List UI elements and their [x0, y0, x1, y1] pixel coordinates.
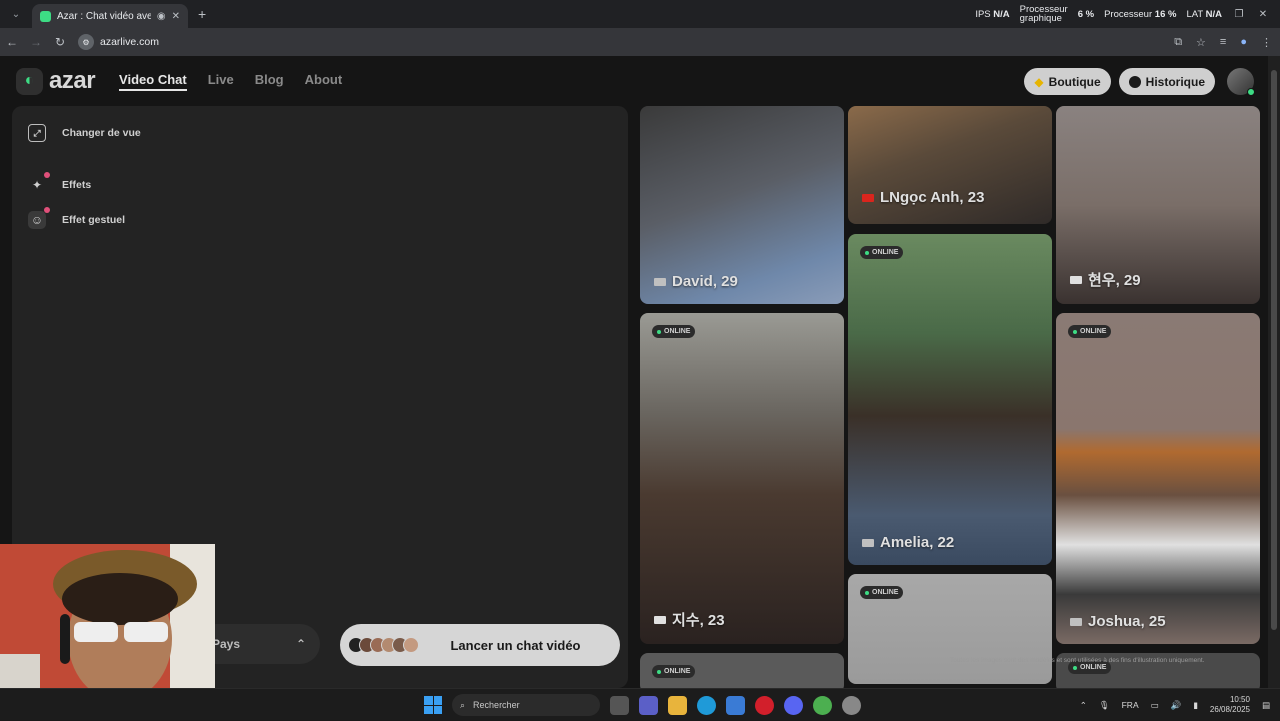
- tab-search-chevron-icon[interactable]: ⌄: [4, 4, 28, 24]
- profile-name: LNgọc Anh, 23: [862, 189, 984, 206]
- avatar[interactable]: [1227, 68, 1255, 96]
- maximize-icon[interactable]: ❐: [1232, 9, 1246, 20]
- profile-card[interactable]: LNgọc Anh, 23: [848, 106, 1052, 224]
- discord-icon[interactable]: [784, 695, 803, 715]
- historique-button[interactable]: Historique: [1118, 68, 1215, 95]
- chevron-up-icon: ⌃: [295, 637, 306, 651]
- new-tab-button[interactable]: +: [198, 6, 206, 22]
- address-bar: ← → ↻ ⚙ azarlive.com ⧉ ☆ ≡ ● ⋮: [0, 28, 1280, 56]
- network-icon[interactable]: ▭: [1151, 700, 1159, 711]
- url-text: azarlive.com: [100, 36, 159, 48]
- site-header: ◐ azar Video Chat Live Blog About ◆ Bout…: [0, 56, 1268, 106]
- azar-favicon-icon: [40, 10, 51, 22]
- forward-icon[interactable]: →: [24, 35, 48, 49]
- search-icon: ⌕: [460, 699, 466, 710]
- launch-video-chat-button[interactable]: Lancer un chat vidéo: [340, 624, 620, 666]
- language-indicator[interactable]: FRA: [1122, 700, 1139, 710]
- expand-icon: ⤢: [28, 124, 46, 142]
- gpu-label: Processeur graphique: [1019, 4, 1068, 24]
- site-info-icon[interactable]: ⚙: [78, 34, 94, 50]
- close-tab-icon[interactable]: ✕: [172, 11, 180, 22]
- profile-card[interactable]: 현우, 29: [1056, 106, 1260, 304]
- effects-button[interactable]: ✦ Effets: [28, 172, 91, 194]
- opera-icon[interactable]: [755, 695, 774, 715]
- online-badge: ONLINE: [860, 586, 904, 599]
- bookmark-star-icon[interactable]: ☆: [1196, 36, 1206, 49]
- notification-icon[interactable]: ▤: [1262, 700, 1270, 711]
- reload-icon[interactable]: ↻: [48, 35, 72, 49]
- lat-stat: LAT N/A: [1186, 8, 1222, 20]
- online-badge: ONLINE: [652, 325, 696, 338]
- profile-name: 지수, 23: [654, 609, 725, 630]
- battery-icon[interactable]: ▮: [1193, 700, 1198, 711]
- taskbar-clock[interactable]: 10:50 26/08/2025: [1210, 695, 1250, 715]
- install-app-icon[interactable]: ⧉: [1174, 36, 1182, 49]
- microphone-icon[interactable]: 🎙: [1099, 700, 1110, 711]
- profile-card[interactable]: ONLINE: [848, 574, 1052, 684]
- close-window-icon[interactable]: ✕: [1256, 9, 1270, 20]
- browser-tabbar: ⌄ Azar : Chat vidéo avec de n ◉ ✕ + IPS …: [0, 0, 1280, 28]
- gesture-effect-button[interactable]: ☺ Effet gestuel: [28, 207, 125, 229]
- cpu-stat: Processeur 16 %: [1104, 8, 1177, 20]
- back-icon[interactable]: ←: [0, 35, 24, 49]
- recording-icon: ◉: [156, 10, 166, 22]
- file-explorer-icon[interactable]: [668, 695, 687, 715]
- teams-icon[interactable]: [639, 695, 658, 715]
- online-badge: ONLINE: [860, 246, 904, 259]
- gem-icon: ◆: [1034, 74, 1044, 89]
- main-nav: Video Chat Live Blog About: [119, 72, 342, 91]
- page-scrollbar[interactable]: [1268, 56, 1280, 688]
- profile-card[interactable]: ONLINE Amelia, 22: [848, 234, 1052, 565]
- reading-list-icon[interactable]: ≡: [1220, 36, 1226, 48]
- change-view-button[interactable]: ⤢ Changer de vue: [28, 124, 141, 142]
- nav-blog[interactable]: Blog: [255, 72, 284, 91]
- windows-taskbar: ⌕ Rechercher ⌃ 🎙 FRA ▭ 🔊 ▮ 10:50 26/08/2…: [0, 688, 1280, 720]
- logo-text: azar: [49, 67, 96, 94]
- azar-logo-icon: ◐: [16, 67, 43, 95]
- profile-card[interactable]: ONLINE: [640, 653, 844, 688]
- profile-card[interactable]: ONLINE 지수, 23: [640, 313, 844, 644]
- scrollbar-thumb[interactable]: [1271, 70, 1277, 630]
- online-badge: ONLINE: [652, 665, 696, 678]
- boutique-button[interactable]: ◆ Boutique: [1024, 68, 1111, 95]
- online-status-dot: [1247, 88, 1255, 96]
- task-view-icon[interactable]: [610, 695, 629, 715]
- chevron-up-icon[interactable]: ⌃: [1080, 700, 1087, 711]
- chrome-icon[interactable]: [813, 695, 832, 715]
- gpu-value: 6 %: [1077, 8, 1095, 20]
- tab-title: Azar : Chat vidéo avec de n: [57, 10, 151, 22]
- profile-name: David, 29: [654, 273, 738, 290]
- url-field[interactable]: ⚙ azarlive.com: [78, 32, 1198, 52]
- settings-app-icon[interactable]: [842, 695, 861, 715]
- user-faces-stack: [348, 637, 419, 653]
- azar-logo[interactable]: ◐ azar: [16, 67, 96, 95]
- edge-icon[interactable]: [697, 695, 716, 715]
- windows-start-icon[interactable]: [424, 696, 442, 714]
- profile-name: 현우, 29: [1070, 269, 1141, 290]
- profile-card[interactable]: David, 29: [640, 106, 844, 304]
- browser-tab[interactable]: Azar : Chat vidéo avec de n ◉ ✕: [32, 4, 188, 28]
- profile-name: Amelia, 22: [862, 534, 954, 551]
- menu-icon[interactable]: ⋮: [1261, 36, 1272, 49]
- ips-stat: IPS N/A: [975, 8, 1010, 20]
- nav-live[interactable]: Live: [208, 72, 234, 91]
- disclaimer-text: Toutes les images sont des modèles et so…: [950, 657, 1205, 664]
- nav-video-chat[interactable]: Video Chat: [119, 72, 187, 91]
- volume-icon[interactable]: 🔊: [1171, 700, 1182, 711]
- profile-name: Joshua, 25: [1070, 613, 1166, 630]
- extension-icon[interactable]: ●: [1240, 36, 1247, 48]
- clock-icon: [1128, 75, 1141, 88]
- online-badge: ONLINE: [1068, 325, 1112, 338]
- performance-overlay: IPS N/A Processeur graphique 6 % Processe…: [975, 0, 1280, 28]
- sparkle-icon: ✦: [28, 172, 50, 194]
- profile-card[interactable]: ONLINE Joshua, 25: [1056, 313, 1260, 644]
- nav-about[interactable]: About: [305, 72, 343, 91]
- taskbar-search[interactable]: ⌕ Rechercher: [452, 694, 600, 716]
- smiley-icon: ☺: [28, 207, 50, 229]
- system-tray: ⌃ 🎙 FRA ▭ 🔊 ▮ 10:50 26/08/2025 ▤: [1080, 689, 1270, 721]
- store-icon[interactable]: [726, 695, 745, 715]
